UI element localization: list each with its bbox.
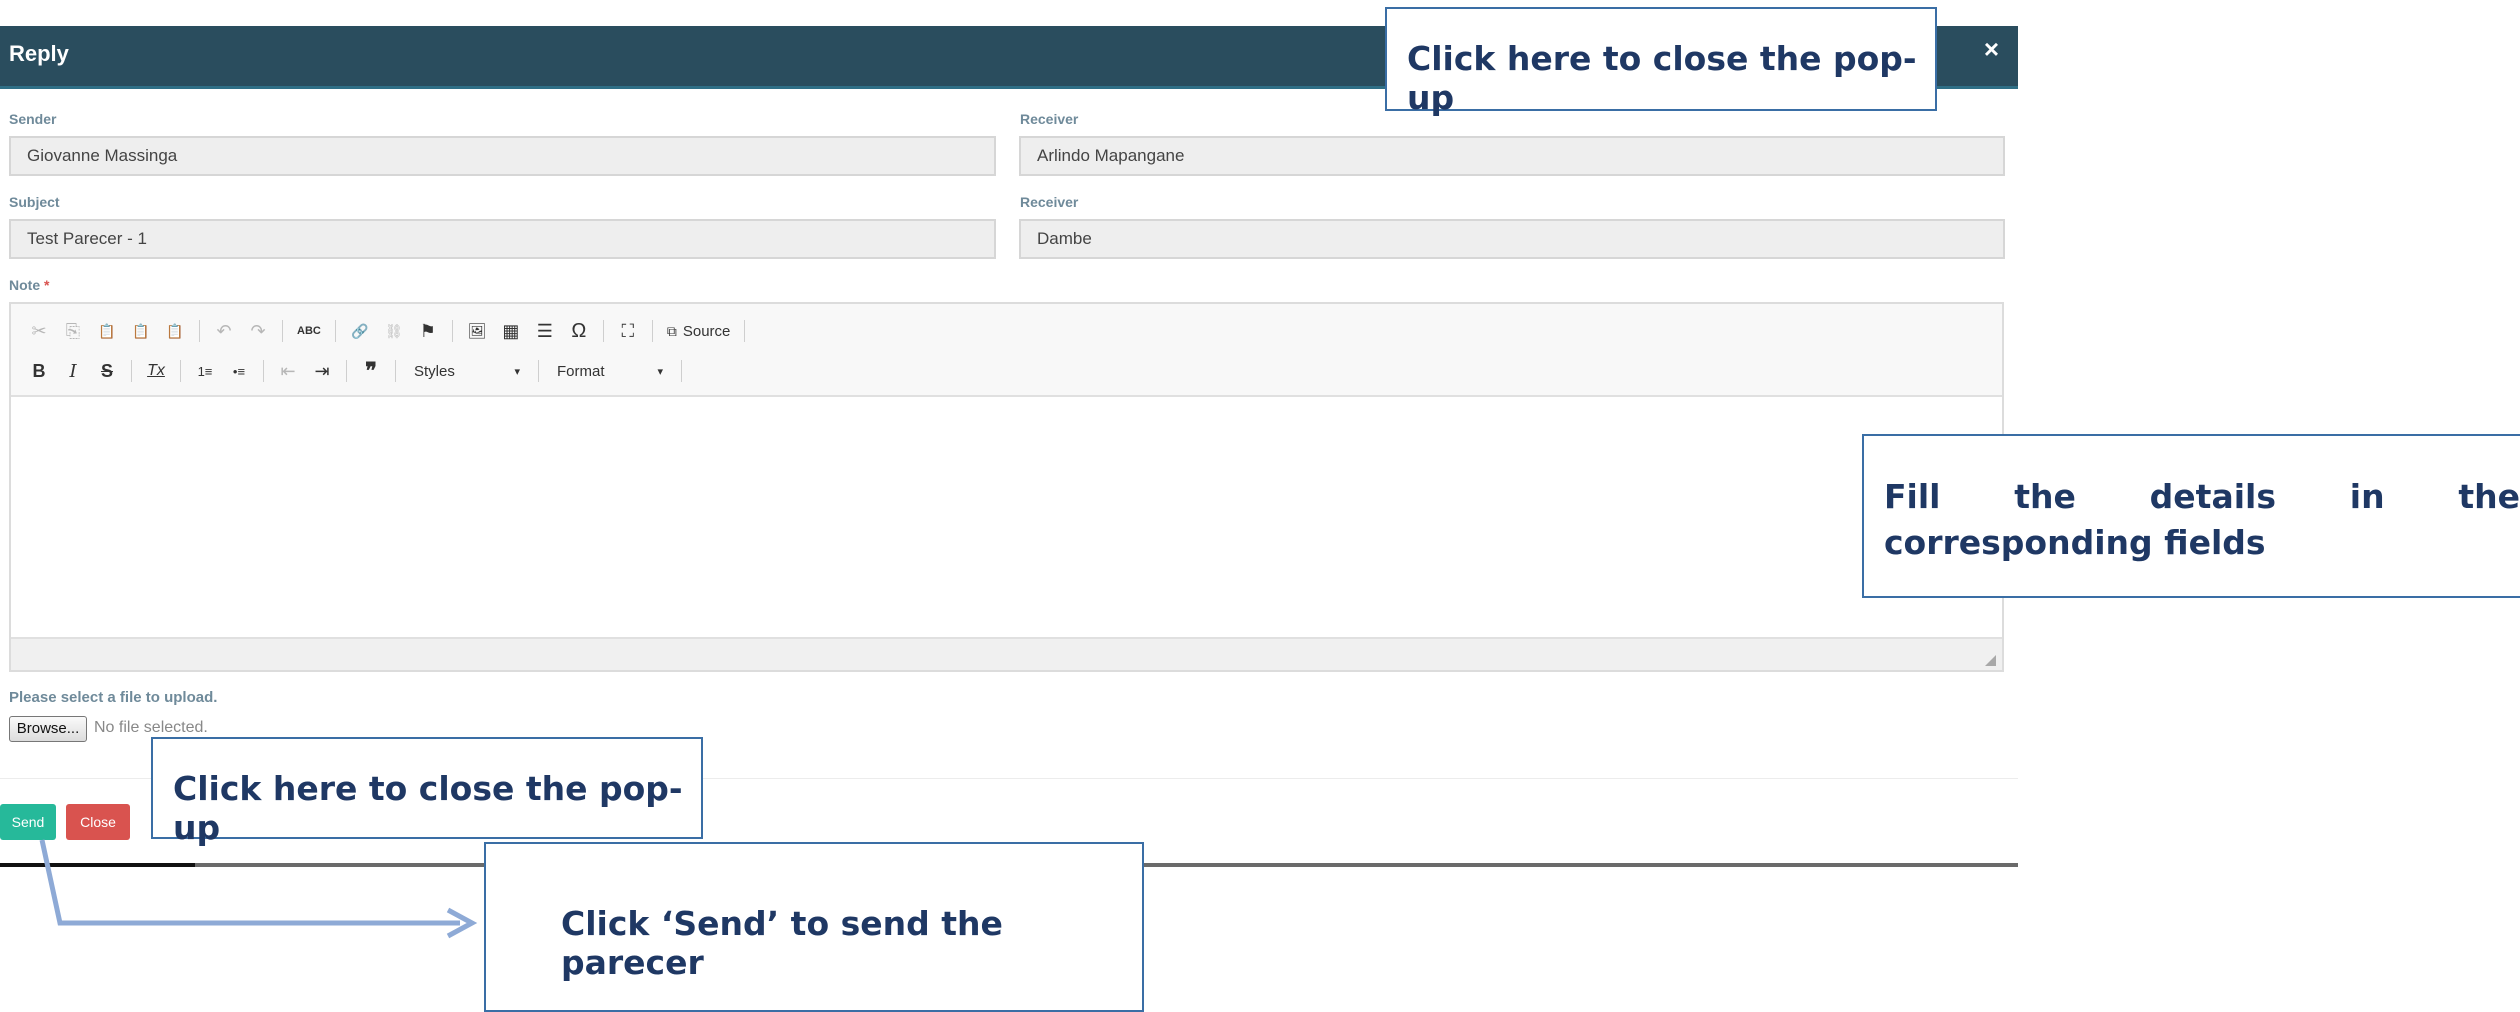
note-label-text: Note bbox=[9, 277, 41, 293]
editor-toolbar: ✂ ⎘ 📋 📋 📋 ↶ ↷ ABC 🔗 ⛓ ⚑ 🖼 ▦ ☰ Ω ⛶ ⧉ Sour bbox=[11, 304, 2002, 397]
numbered-list-icon[interactable]: 1≡ bbox=[195, 359, 215, 383]
maximize-icon[interactable]: ⛶ bbox=[618, 319, 638, 343]
send-button[interactable]: Send bbox=[0, 804, 56, 840]
receiver2-label: Receiver bbox=[1020, 194, 1079, 210]
source-label: Source bbox=[682, 322, 731, 340]
source-button[interactable]: ⧉ Source bbox=[667, 319, 731, 343]
format-label: Format bbox=[557, 362, 605, 380]
file-status: No file selected. bbox=[94, 719, 208, 736]
image-icon[interactable]: 🖼 bbox=[467, 319, 487, 343]
cut-icon[interactable]: ✂ bbox=[29, 319, 49, 343]
toolbar-separator bbox=[538, 360, 539, 382]
callout-close-bottom: Click here to close the pop-up bbox=[151, 737, 703, 847]
toolbar-separator bbox=[180, 360, 181, 382]
toolbar-separator bbox=[263, 360, 264, 382]
bold-icon[interactable]: B bbox=[29, 359, 49, 383]
source-icon: ⧉ bbox=[666, 322, 677, 339]
undo-icon[interactable]: ↶ bbox=[214, 319, 234, 343]
toolbar-separator bbox=[131, 360, 132, 382]
close-icon[interactable]: × bbox=[1984, 34, 1999, 65]
toolbar-separator bbox=[346, 360, 347, 382]
horizontal-line-icon[interactable]: ☰ bbox=[535, 319, 555, 343]
receiver2-field[interactable]: Dambe bbox=[1019, 219, 2005, 259]
spellcheck-icon[interactable]: ABC bbox=[297, 319, 321, 343]
chevron-down-icon: ▾ bbox=[514, 365, 520, 378]
editor-status-bar bbox=[11, 637, 2002, 670]
callout-fill-details: Fill the details in the corresponding fi… bbox=[1862, 434, 2520, 598]
toolbar-separator bbox=[602, 320, 604, 342]
toolbar-separator bbox=[744, 320, 746, 342]
receiver-label: Receiver bbox=[1020, 111, 1079, 127]
strikethrough-icon[interactable]: S bbox=[97, 359, 117, 383]
toolbar-separator bbox=[282, 320, 283, 342]
indent-icon[interactable]: ⇥ bbox=[312, 359, 332, 383]
toolbar-separator bbox=[334, 320, 336, 342]
remove-format-icon[interactable]: Tx bbox=[146, 359, 166, 383]
bulleted-list-icon[interactable]: •≡ bbox=[229, 359, 249, 383]
note-editor: ✂ ⎘ 📋 📋 📋 ↶ ↷ ABC 🔗 ⛓ ⚑ 🖼 ▦ ☰ Ω ⛶ ⧉ Sour bbox=[9, 302, 2004, 672]
toolbar-separator bbox=[651, 320, 653, 342]
required-marker: * bbox=[44, 277, 50, 293]
close-button[interactable]: Close bbox=[66, 804, 130, 840]
paste-text-icon[interactable]: 📋 bbox=[131, 319, 151, 343]
note-content-area[interactable] bbox=[11, 397, 2002, 641]
paste-word-icon[interactable]: 📋 bbox=[165, 319, 185, 343]
toolbar-row-2: B I S Tx 1≡ •≡ ⇤ ⇥ ❞ Styles ▾ Format ▾ bbox=[29, 356, 682, 386]
callout-send: Click ‘Send’ to send the parecer bbox=[484, 842, 1144, 1012]
dialog-title: Reply bbox=[9, 41, 69, 66]
toolbar-row-1: ✂ ⎘ 📋 📋 📋 ↶ ↷ ABC 🔗 ⛓ ⚑ 🖼 ▦ ☰ Ω ⛶ ⧉ Sour bbox=[29, 316, 746, 346]
toolbar-separator bbox=[199, 320, 200, 342]
callout-close-top: Click here to close the pop-up bbox=[1385, 7, 1937, 117]
anchor-icon[interactable]: ⚑ bbox=[418, 319, 438, 343]
redo-icon[interactable]: ↷ bbox=[248, 319, 268, 343]
toolbar-separator bbox=[681, 360, 682, 382]
subject-label: Subject bbox=[9, 194, 60, 210]
sender-label: Sender bbox=[9, 111, 57, 127]
subject-field[interactable]: Test Parecer - 1 bbox=[9, 219, 996, 259]
toolbar-separator bbox=[451, 320, 453, 342]
link-icon[interactable]: 🔗 bbox=[350, 319, 370, 343]
sender-field[interactable]: Giovanne Massinga bbox=[9, 136, 996, 176]
styles-label: Styles bbox=[414, 362, 455, 380]
paste-icon[interactable]: 📋 bbox=[97, 319, 117, 343]
page-bottom-line-segment bbox=[0, 863, 195, 867]
resize-grip-icon[interactable] bbox=[1985, 655, 1996, 666]
note-label: Note * bbox=[9, 277, 49, 293]
upload-label: Please select a file to upload. bbox=[9, 689, 218, 706]
blockquote-icon[interactable]: ❞ bbox=[361, 358, 381, 383]
styles-dropdown[interactable]: Styles ▾ bbox=[410, 360, 524, 382]
chevron-down-icon: ▾ bbox=[657, 365, 663, 378]
table-icon[interactable]: ▦ bbox=[501, 319, 521, 343]
receiver-field[interactable]: Arlindo Mapangane bbox=[1019, 136, 2005, 176]
outdent-icon[interactable]: ⇤ bbox=[278, 359, 298, 383]
special-char-icon[interactable]: Ω bbox=[569, 319, 589, 343]
format-dropdown[interactable]: Format ▾ bbox=[553, 360, 667, 382]
browse-button[interactable]: Browse... bbox=[9, 716, 87, 742]
copy-icon[interactable]: ⎘ bbox=[63, 319, 83, 343]
toolbar-separator bbox=[395, 360, 396, 382]
unlink-icon[interactable]: ⛓ bbox=[384, 319, 404, 343]
italic-icon[interactable]: I bbox=[63, 359, 83, 383]
